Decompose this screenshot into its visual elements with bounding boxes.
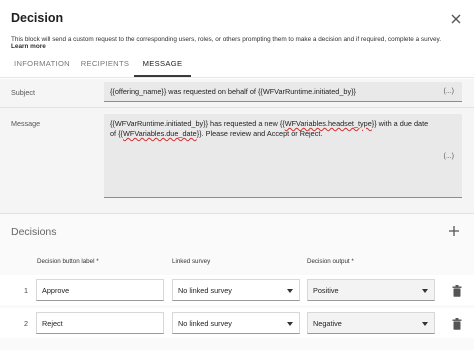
decision-output-select[interactable]: Positive [307,279,435,301]
chevron-down-icon [422,289,428,293]
close-icon[interactable] [449,12,463,26]
message-var-headset-type: WFVariables.headset_type [284,119,372,128]
chevron-down-icon [287,322,293,326]
decision-label-input[interactable]: Approve [36,279,164,301]
subject-value: {{offering_name}} was requested on behal… [110,87,356,96]
subject-field[interactable]: {{offering_name}} was requested on behal… [104,82,462,102]
message-field[interactable]: {{WFVarRuntime.initiated_by}} has reques… [104,114,462,198]
message-text-4: }}. Please review and Accept or Reject. [196,129,323,138]
subject-divider [0,107,474,108]
trash-icon[interactable] [452,318,462,330]
message-text-3: of {{ [110,129,123,138]
decision-label-input[interactable]: Reject [36,312,164,334]
decision-output-select[interactable]: Negative [307,312,435,334]
message-text-2: }} with a due date [371,119,429,128]
tab-bar: INFORMATION RECIPIENTS MESSAGE [0,53,474,78]
dialog-header: Decision This block will send a custom r… [0,0,474,80]
linked-survey-select[interactable]: No linked survey [172,312,300,334]
decisions-title: Decisions [11,226,57,238]
tab-recipients[interactable]: RECIPIENTS [76,53,134,77]
active-tab-indicator [134,75,191,77]
subject-label: Subject [11,88,35,97]
message-label: Message [11,119,41,128]
dialog-description: This block will send a custom request to… [11,36,442,43]
required-mark: * [351,258,354,265]
message-more-button[interactable]: (...) [444,152,455,162]
message-text-1: {{WFVarRuntime.initiated_by}} has reques… [110,119,285,128]
column-header-label: Decision button label * [37,258,99,265]
add-decision-icon[interactable] [447,224,461,238]
trash-icon[interactable] [452,285,462,297]
dialog-title: Decision [11,11,64,25]
subject-more-button[interactable]: (...) [444,87,455,97]
message-var-due-date: WFVariables.due_date [123,129,197,138]
row-number: 1 [24,286,28,295]
learn-more-link[interactable]: Learn more [11,43,46,50]
required-mark: * [96,258,99,265]
row-number: 2 [24,319,28,328]
chevron-down-icon [287,289,293,293]
tab-message[interactable]: MESSAGE [134,53,191,77]
chevron-down-icon [422,322,428,326]
linked-survey-select[interactable]: No linked survey [172,279,300,301]
column-header-survey: Linked survey [172,258,211,265]
column-header-output: Decision output * [307,258,354,265]
tab-information[interactable]: INFORMATION [8,53,76,77]
